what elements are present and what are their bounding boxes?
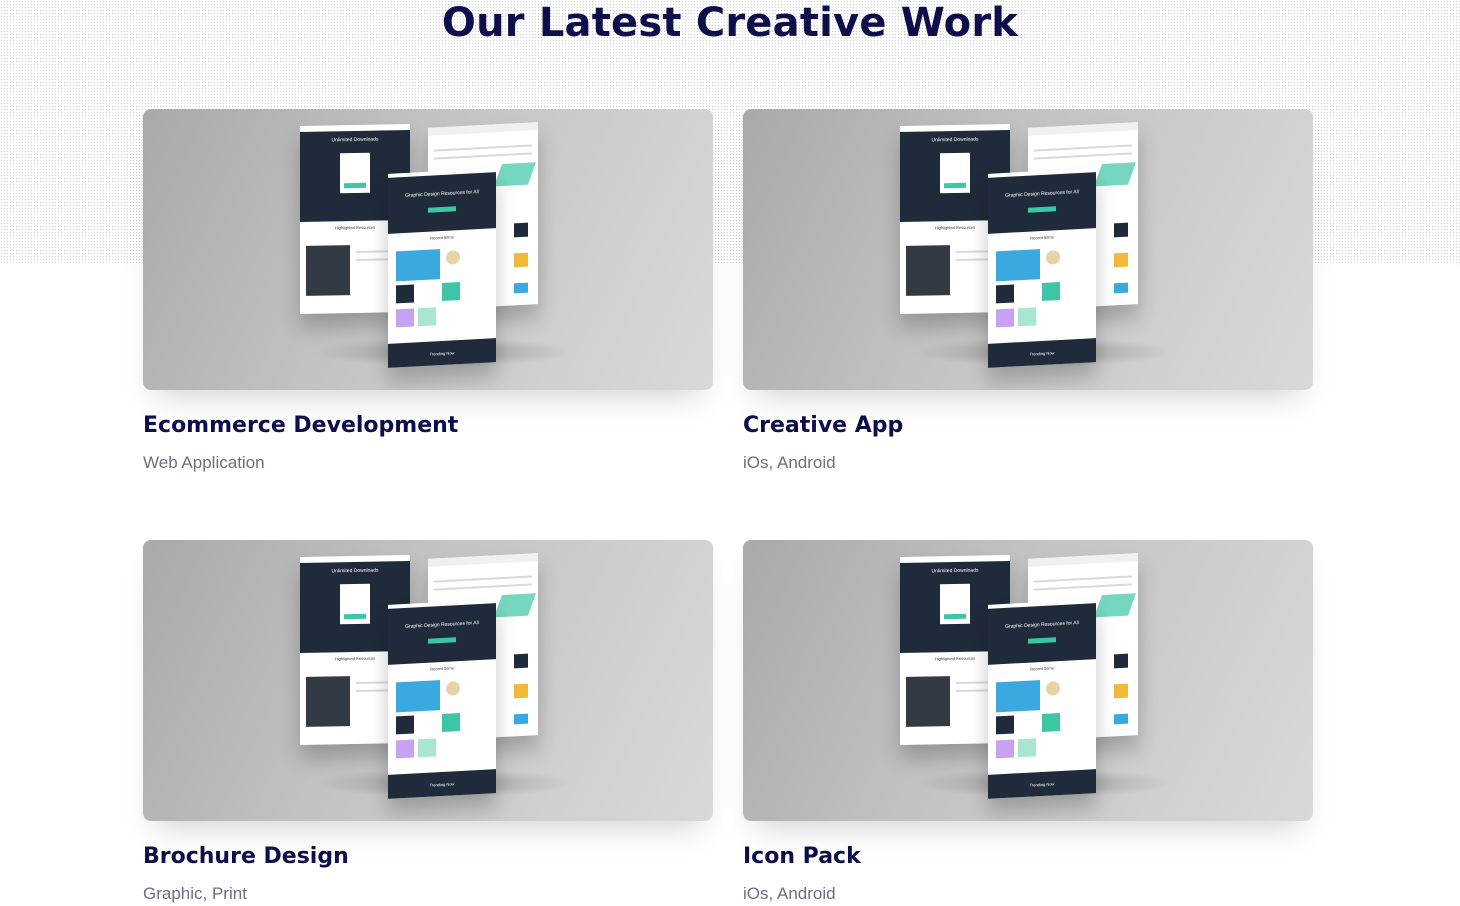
project-thumbnail[interactable]: Unlimited Downloads Highlighted Resource…	[743, 109, 1313, 390]
project-thumbnail[interactable]: Unlimited Downloads Highlighted Resource…	[143, 109, 713, 390]
mockup-image: Unlimited Downloads Highlighted Resource…	[143, 540, 713, 821]
project-category: Web Application	[143, 453, 265, 472]
section-title: Our Latest Creative Work	[441, 0, 1019, 46]
mockup-image: Unlimited Downloads Highlighted Resource…	[143, 109, 713, 390]
mockup-image: Unlimited Downloads Highlighted Resource…	[743, 540, 1313, 821]
project-card[interactable]: Unlimited Downloads Highlighted Resource…	[743, 109, 1313, 474]
mockup-page-front: Graphic Design Resources for All Recent …	[988, 168, 1096, 368]
project-title[interactable]: Icon Pack	[743, 843, 1313, 871]
project-thumbnail[interactable]: Unlimited Downloads Highlighted Resource…	[743, 540, 1313, 821]
project-category: Graphic, Print	[143, 884, 247, 903]
project-card[interactable]: Unlimited Downloads Highlighted Resource…	[143, 109, 713, 474]
mockup-page-front: Graphic Design Resources for All Recent …	[988, 599, 1096, 799]
project-category: iOs, Android	[743, 453, 836, 472]
project-title[interactable]: Creative App	[743, 412, 1313, 440]
project-title[interactable]: Brochure Design	[143, 843, 713, 871]
project-card[interactable]: Unlimited Downloads Highlighted Resource…	[143, 540, 713, 905]
mockup-image: Unlimited Downloads Highlighted Resource…	[743, 109, 1313, 390]
project-card[interactable]: Unlimited Downloads Highlighted Resource…	[743, 540, 1313, 905]
mockup-page-front: Graphic Design Resources for All Recent …	[388, 599, 496, 799]
project-title[interactable]: Ecommerce Development	[143, 412, 713, 440]
project-thumbnail[interactable]: Unlimited Downloads Highlighted Resource…	[143, 540, 713, 821]
mockup-page-front: Graphic Design Resources for All Recent …	[388, 168, 496, 368]
project-category: iOs, Android	[743, 884, 836, 903]
